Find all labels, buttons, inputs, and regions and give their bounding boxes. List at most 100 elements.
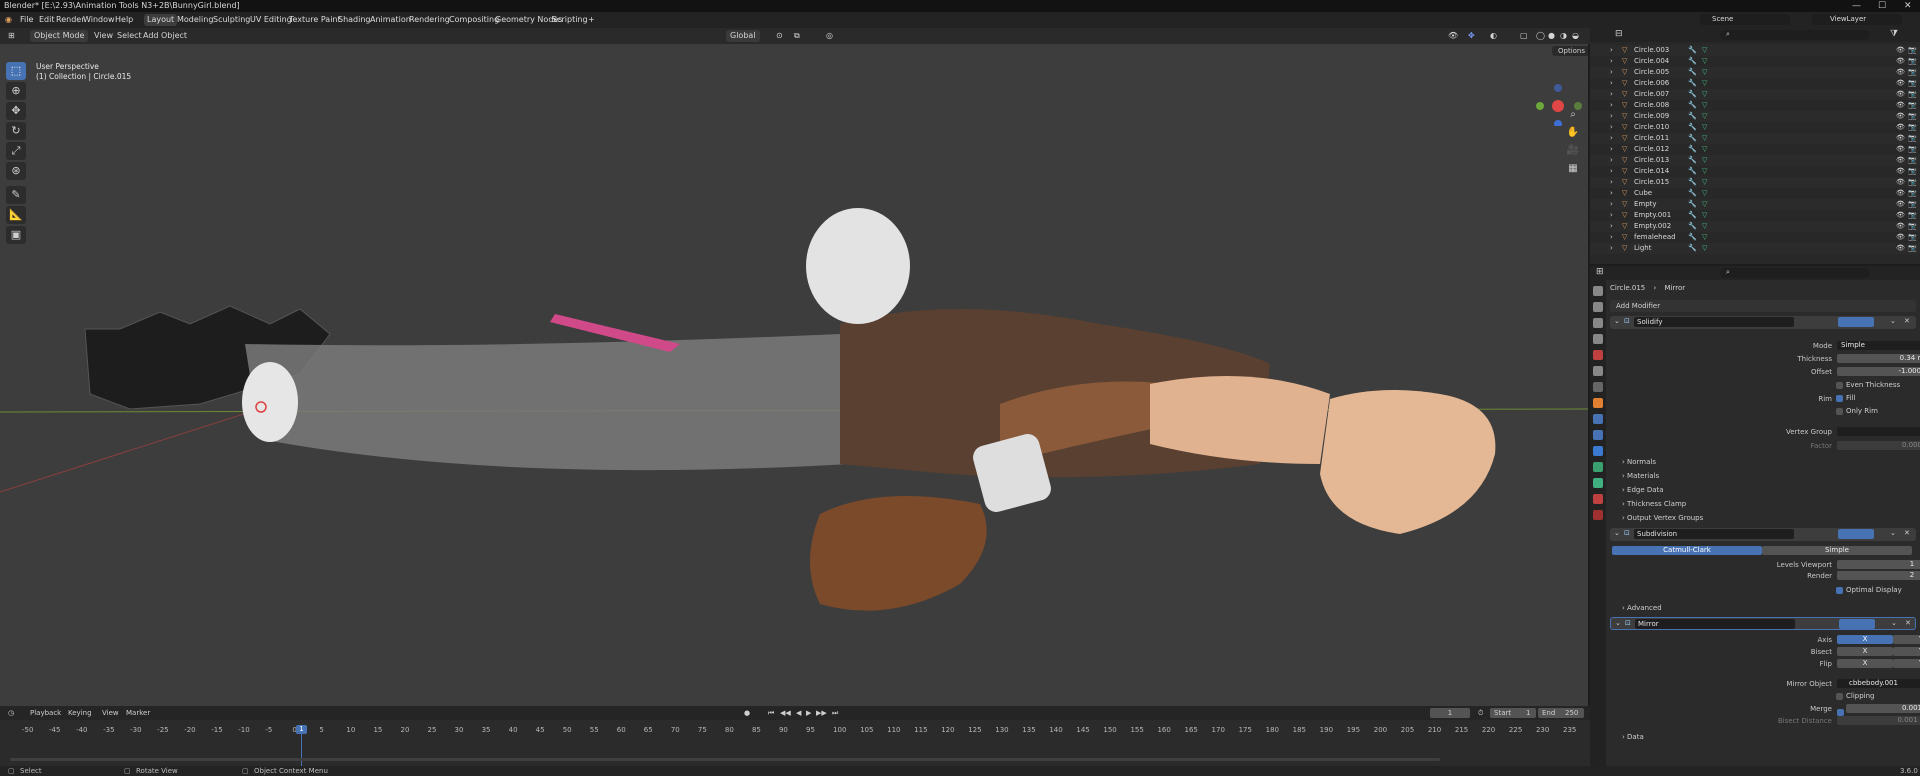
mode-selector[interactable]: Object Mode	[30, 30, 89, 42]
expand-chevron-icon[interactable]: ›	[1610, 89, 1613, 100]
tab-object-icon[interactable]	[1593, 398, 1603, 408]
subdivision-name-field[interactable]: Subdivision	[1634, 529, 1794, 539]
outliner-item[interactable]: › ▽ Circle.012 🔧 ▽ 👁 📷	[1590, 144, 1920, 155]
collapse-chevron-icon[interactable]: ⌄	[1614, 529, 1620, 537]
tab-tool-icon[interactable]	[1593, 286, 1603, 296]
outliner-item[interactable]: › ▽ Circle.005 🔧 ▽ 👁 📷	[1590, 67, 1920, 78]
outliner-display-icon[interactable]: ⊟	[1615, 29, 1623, 39]
collapse-chevron-icon[interactable]: ⌄	[1614, 317, 1620, 325]
measure-tool-icon[interactable]: 📐	[6, 206, 26, 224]
eye-icon[interactable]: 👁	[1896, 133, 1905, 144]
shading-wireframe-icon[interactable]: ◯	[1536, 30, 1545, 42]
camera-icon[interactable]: 📷	[1908, 56, 1917, 67]
annotate-tool-icon[interactable]: ✎	[6, 186, 26, 204]
modifier-dropdown-icon[interactable]: ⌄	[1890, 317, 1896, 325]
merge-field[interactable]: 0.001 m	[1846, 704, 1920, 713]
tab-view-layer-icon[interactable]	[1593, 334, 1603, 344]
eye-icon[interactable]: 👁	[1896, 166, 1905, 177]
tab-scene-icon[interactable]	[1593, 350, 1603, 360]
expand-chevron-icon[interactable]: ›	[1610, 166, 1613, 177]
only-rim-checkbox[interactable]: Only Rim	[1836, 407, 1878, 415]
eye-icon[interactable]: 👁	[1896, 210, 1905, 221]
modifier-toggle-icons[interactable]	[1838, 317, 1874, 327]
outliner-item[interactable]: › ▽ Circle.011 🔧 ▽ 👁 📷	[1590, 133, 1920, 144]
tab-modifiers-icon[interactable]	[1593, 414, 1603, 424]
cursor-tool-icon[interactable]: ⊕	[6, 82, 26, 100]
rotate-tool-icon[interactable]: ↻	[6, 122, 26, 140]
transform-tool-icon[interactable]: ⊛	[6, 162, 26, 180]
flip-y-toggle[interactable]: Y	[1893, 659, 1920, 668]
eye-icon[interactable]: 👁	[1896, 45, 1905, 56]
pan-hand-icon[interactable]: ✋	[1565, 126, 1581, 140]
properties-editor[interactable]: ⊞ ⌕ Circle.015 › Mirror Add Modifier ⌄ ⊡…	[1590, 266, 1920, 766]
scale-tool-icon[interactable]: ⤢	[6, 142, 26, 160]
simple-button[interactable]: Simple	[1762, 546, 1912, 555]
panel-advanced[interactable]: › Advanced	[1622, 604, 1662, 612]
panel-normals[interactable]: › Normals	[1622, 458, 1656, 466]
viewport-menu-object[interactable]: Object	[161, 30, 187, 42]
panel-data[interactable]: › Data	[1622, 733, 1644, 741]
modifier-remove-icon[interactable]: ✕	[1904, 529, 1910, 537]
snap-icon[interactable]: ⧉	[794, 30, 800, 42]
tab-scripting[interactable]: Scripting	[549, 14, 591, 26]
even-thickness-checkbox[interactable]: Even Thickness	[1836, 381, 1900, 389]
clipping-checkbox[interactable]: Clipping	[1836, 692, 1875, 700]
camera-icon[interactable]: 📷	[1908, 188, 1917, 199]
expand-chevron-icon[interactable]: ›	[1610, 133, 1613, 144]
panel-thickness-clamp[interactable]: › Thickness Clamp	[1622, 500, 1686, 508]
camera-icon[interactable]: 📷	[1908, 78, 1917, 89]
menu-help[interactable]: Help	[115, 14, 133, 26]
expand-chevron-icon[interactable]: ›	[1610, 78, 1613, 89]
flip-x-toggle[interactable]: X	[1837, 659, 1893, 668]
expand-chevron-icon[interactable]: ›	[1610, 210, 1613, 221]
camera-icon[interactable]: 📷	[1908, 133, 1917, 144]
maximize-icon[interactable]: ☐	[1878, 0, 1886, 12]
outliner-item[interactable]: › ▽ Circle.009 🔧 ▽ 👁 📷	[1590, 111, 1920, 122]
catmull-clark-button[interactable]: Catmull-Clark	[1612, 546, 1762, 555]
eye-icon[interactable]: 👁	[1896, 177, 1905, 188]
mode-select[interactable]: Simple	[1837, 341, 1920, 350]
mirror-name-field[interactable]: Mirror	[1635, 619, 1795, 629]
outliner-item[interactable]: › ▽ Circle.003 🔧 ▽ 👁 📷	[1590, 45, 1920, 56]
modifier-dropdown-icon[interactable]: ⌄	[1891, 619, 1897, 627]
timeline-scrollbar[interactable]	[10, 758, 1440, 761]
bisect-x-toggle[interactable]: X	[1837, 647, 1893, 656]
shading-solid-icon[interactable]: ●	[1548, 30, 1555, 42]
outliner-item[interactable]: › ▽ femalehead 🔧 ▽ 👁 📷	[1590, 232, 1920, 243]
camera-icon[interactable]: 📷	[1908, 199, 1917, 210]
tab-collection-icon[interactable]	[1593, 382, 1603, 392]
playhead-frame[interactable]: 1	[296, 725, 307, 734]
tab-layout[interactable]: Layout	[144, 14, 178, 26]
eye-icon[interactable]: 👁	[1896, 67, 1905, 78]
add-cube-tool-icon[interactable]: ▣	[6, 226, 26, 244]
vertex-group-field[interactable]	[1837, 427, 1920, 436]
transform-orientation[interactable]: Global	[726, 30, 760, 42]
zoom-icon[interactable]: ⌕	[1565, 108, 1581, 122]
camera-icon[interactable]: 📷	[1908, 177, 1917, 188]
overlay-icon[interactable]: ◐	[1490, 30, 1497, 42]
viewport-menu-view[interactable]: View	[94, 30, 113, 42]
eye-icon[interactable]: 👁	[1896, 188, 1905, 199]
fill-checkbox[interactable]: Fill	[1836, 394, 1855, 402]
expand-chevron-icon[interactable]: ›	[1610, 243, 1613, 254]
modifier-dropdown-icon[interactable]: ⌄	[1890, 529, 1896, 537]
solidify-modifier-header[interactable]: ⌄ ⊡ Solidify ⌄ ✕	[1610, 316, 1916, 329]
eye-icon[interactable]: 👁	[1896, 89, 1905, 100]
shading-material-icon[interactable]: ◑	[1560, 30, 1567, 42]
outliner-item[interactable]: › ▽ Circle.007 🔧 ▽ 👁 📷	[1590, 89, 1920, 100]
outliner-item[interactable]: › ▽ Circle.004 🔧 ▽ 👁 📷	[1590, 56, 1920, 67]
shading-rendered-icon[interactable]: ◒	[1572, 30, 1579, 42]
expand-chevron-icon[interactable]: ›	[1610, 155, 1613, 166]
outliner-item[interactable]: › ▽ Circle.015 🔧 ▽ 👁 📷	[1590, 177, 1920, 188]
tab-world-icon[interactable]	[1593, 366, 1603, 376]
menu-file[interactable]: File	[20, 14, 33, 26]
expand-chevron-icon[interactable]: ›	[1610, 232, 1613, 243]
close-icon[interactable]: ✕	[1904, 0, 1912, 12]
properties-editor-type-icon[interactable]: ⊞	[1596, 267, 1604, 277]
outliner-item[interactable]: › ▽ Circle.014 🔧 ▽ 👁 📷	[1590, 166, 1920, 177]
eye-icon[interactable]: 👁	[1896, 243, 1905, 254]
eye-icon[interactable]: 👁	[1896, 111, 1905, 122]
camera-icon[interactable]: 📷	[1908, 232, 1917, 243]
outliner-item[interactable]: › ▽ Light 🔧 ▽ 👁 📷	[1590, 243, 1920, 254]
thickness-field[interactable]: 0.34 m	[1837, 354, 1920, 363]
